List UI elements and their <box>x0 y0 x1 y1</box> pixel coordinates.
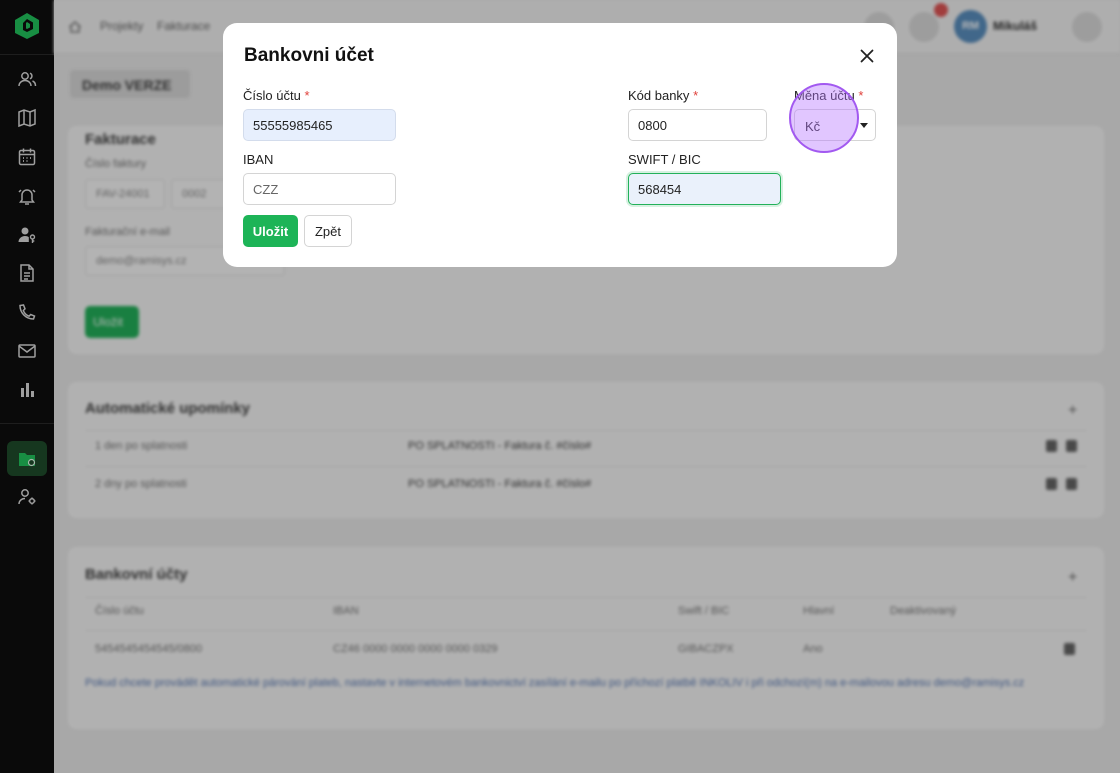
currency-label-text: Měna účtu <box>794 88 855 103</box>
swift-label: SWIFT / BIC <box>628 152 701 167</box>
iban-label: IBAN <box>243 152 274 167</box>
bank-account-modal: Bankovni účet Číslo účtu * Kód banky * M… <box>223 23 897 267</box>
required-mark: * <box>693 88 699 103</box>
currency-select[interactable]: Kč <box>794 109 876 141</box>
currency-selected-value: Kč <box>805 119 821 134</box>
account-number-field[interactable] <box>243 109 396 141</box>
close-icon[interactable] <box>857 46 877 66</box>
swift-field[interactable] <box>628 173 781 205</box>
modal-title: Bankovni účet <box>244 45 374 66</box>
chevron-down-icon <box>860 123 868 128</box>
required-mark: * <box>858 88 864 103</box>
account-number-label: Číslo účtu * <box>243 88 310 103</box>
back-button[interactable]: Zpět <box>304 215 352 247</box>
currency-label: Měna účtu * <box>794 88 863 103</box>
bank-code-label: Kód banky * <box>628 88 698 103</box>
bank-code-label-text: Kód banky <box>628 88 690 103</box>
iban-field[interactable] <box>243 173 396 205</box>
bank-code-field[interactable] <box>628 109 767 141</box>
save-button[interactable]: Uložit <box>243 215 298 247</box>
required-mark: * <box>304 88 310 103</box>
account-number-label-text: Číslo účtu <box>243 88 301 103</box>
